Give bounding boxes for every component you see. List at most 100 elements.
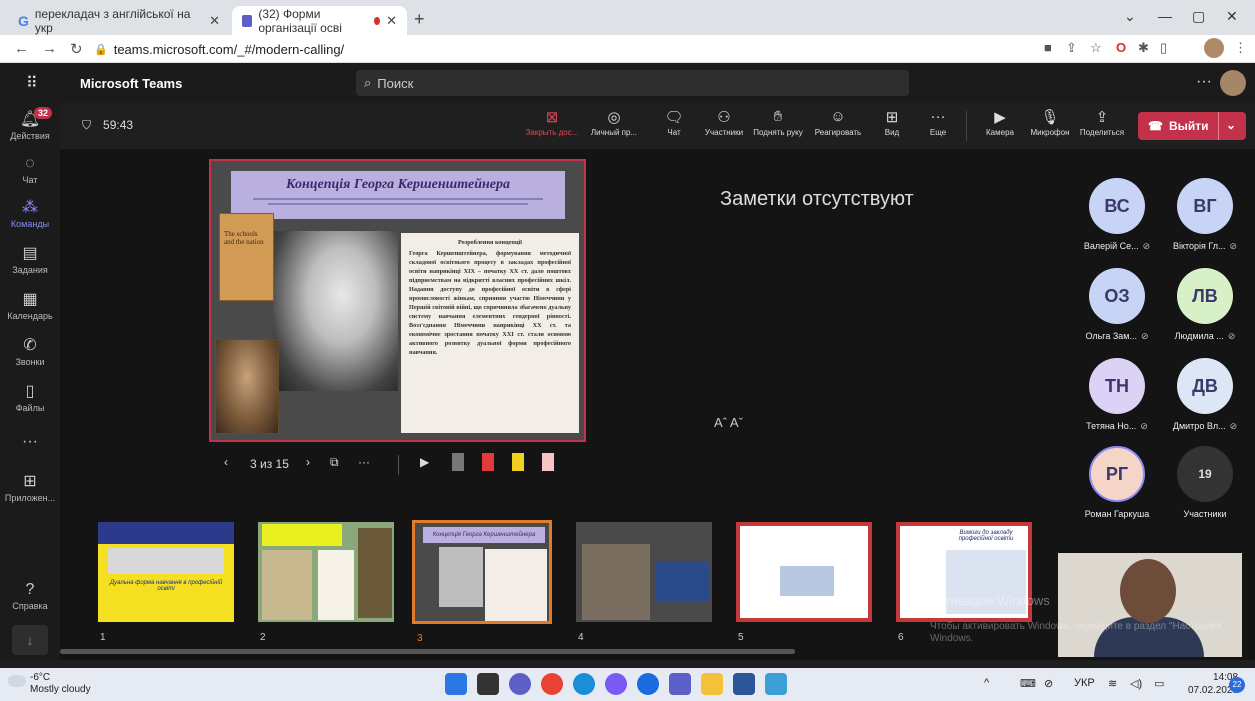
keyboard-icon[interactable]: ⌨	[1020, 677, 1036, 690]
rail-item-apps[interactable]: ⊞ Приложен...	[0, 471, 60, 503]
raise-hand-button[interactable]: ✋︎ Поднять руку	[750, 108, 806, 137]
share-button[interactable]: ⇪ Поделиться	[1074, 108, 1130, 137]
taskview-icon[interactable]	[477, 673, 499, 695]
thumbnail-6[interactable]: Вимоги до закладу професійної освіти 6	[894, 520, 1034, 643]
photos-icon[interactable]	[765, 673, 787, 695]
thumbnail-1[interactable]: Дуальна форма навчання в професійній осв…	[96, 520, 236, 643]
grid-view-icon[interactable]: ⧉	[330, 455, 339, 470]
opera-icon[interactable]: O	[1116, 40, 1126, 55]
participant-tile[interactable]: ОЗ Ольга Зам... ⊘	[1072, 268, 1162, 342]
edge-icon[interactable]	[573, 673, 595, 695]
volume-icon[interactable]: ◁)	[1130, 677, 1142, 690]
share-icon[interactable]: ⇪	[1066, 40, 1077, 56]
participant-tile[interactable]: ТН Тетяна Но... ⊘	[1072, 358, 1162, 432]
thumbnail-3[interactable]: Концепція Георга Кершенштейнера 3	[412, 520, 552, 644]
participants-button[interactable]: ⚇ Участники	[696, 108, 752, 137]
chevron-down-icon[interactable]: ⌄	[1124, 8, 1136, 25]
app-launcher-icon[interactable]: ⠿	[26, 73, 38, 93]
reload-button[interactable]: ↻	[70, 40, 83, 58]
thumbnail-scrollbar[interactable]	[60, 649, 795, 654]
participants-overflow[interactable]: 19 Участники	[1160, 446, 1250, 519]
rail-item-help[interactable]: ? Справка	[0, 581, 60, 611]
avatar: ТН	[1089, 358, 1145, 414]
language-indicator[interactable]: УКР	[1074, 677, 1095, 689]
app-title: Microsoft Teams	[80, 76, 183, 91]
url-field[interactable]: 🔒 teams.microsoft.com/_#/modern-calling/	[94, 38, 1024, 60]
participant-tile[interactable]: РГ Роман Гаркуша	[1072, 446, 1162, 519]
rail-item-chat[interactable]: ◌ Чат	[0, 155, 60, 185]
prev-slide-button[interactable]: ‹	[224, 455, 228, 469]
participant-tile[interactable]: ВС Валерій Се... ⊘	[1072, 178, 1162, 252]
pointer-icon[interactable]: ▶	[420, 455, 429, 469]
file-icon: ▯	[25, 383, 35, 400]
start-icon[interactable]	[445, 673, 467, 695]
chevron-up-icon[interactable]: ^	[984, 677, 989, 689]
bookmark-star-icon[interactable]: ☆	[1090, 40, 1102, 56]
sidebar-icon[interactable]: ▯	[1160, 40, 1167, 56]
rail-item-calendar[interactable]: ▦ Календарь	[0, 289, 60, 321]
folder-icon[interactable]	[701, 673, 723, 695]
search-input[interactable]: ⌕ Поиск	[356, 70, 909, 96]
font-size-controls[interactable]: Aˆ Aˇ	[714, 415, 743, 430]
close-window-button[interactable]: ✕	[1226, 8, 1238, 25]
thumbnail-2[interactable]: 2	[256, 520, 396, 643]
battery-icon[interactable]: ▭	[1154, 677, 1164, 690]
wifi-icon[interactable]: ≋	[1108, 677, 1117, 690]
browser-tab-teams[interactable]: (32) Форми організації осві ✕	[232, 6, 407, 35]
chrome-icon[interactable]	[541, 673, 563, 695]
mic-off-icon[interactable]: ⊘	[1044, 677, 1053, 690]
hangup-icon: ☎	[1148, 119, 1163, 133]
next-slide-button[interactable]: ›	[306, 455, 310, 469]
search-placeholder: Поиск	[377, 75, 414, 91]
more-button[interactable]: ··· Еще	[910, 108, 966, 137]
participant-tile[interactable]: ЛВ Людмила ... ⊘	[1160, 268, 1250, 342]
camera-icon[interactable]: ■	[1044, 40, 1052, 55]
close-icon[interactable]: ✕	[209, 13, 220, 29]
red-pen-icon[interactable]	[482, 453, 494, 471]
rail-item-teams[interactable]: ⁂ Команды	[0, 197, 60, 229]
more-icon[interactable]: ···	[358, 455, 370, 469]
weather-widget[interactable]: -6°C Mostly cloudy	[30, 672, 91, 696]
maximize-button[interactable]: ▢	[1192, 8, 1205, 25]
browser-tab-translate[interactable]: G перекладач з англійської на укр ✕	[8, 6, 230, 35]
cortana-icon[interactable]	[637, 673, 659, 695]
user-avatar[interactable]	[1220, 70, 1246, 96]
back-button[interactable]: ←	[14, 40, 29, 57]
leave-button[interactable]: ☎ Выйти ⌄	[1138, 112, 1246, 140]
teams-icon[interactable]	[669, 673, 691, 695]
stop-sharing-button[interactable]: ⊠ Закрыть дос...	[524, 108, 580, 137]
rail-more[interactable]: ···	[0, 433, 60, 453]
react-button[interactable]: ☺ Реагировать	[810, 108, 866, 137]
word-icon[interactable]	[733, 673, 755, 695]
emoji-icon: ☺	[830, 108, 846, 125]
participant-tile[interactable]: ВГ Вікторія Гл... ⊘	[1160, 178, 1250, 252]
meet-icon[interactable]	[509, 673, 531, 695]
rail-item-activity[interactable]: 🔔︎ 32 Действия	[0, 107, 60, 141]
thumbnail-5[interactable]: 5	[734, 520, 874, 643]
viber-icon[interactable]	[605, 673, 627, 695]
forward-button[interactable]: →	[42, 40, 57, 57]
menu-icon[interactable]: ⋮	[1234, 40, 1247, 56]
private-view-button[interactable]: ◎ Личный пр...	[586, 108, 642, 137]
close-icon[interactable]: ✕	[386, 13, 397, 29]
rail-item-calls[interactable]: ✆ Звонки	[0, 335, 60, 367]
chat-button[interactable]: 🗨︎ Чат	[646, 108, 702, 137]
participant-tile[interactable]: ДВ Дмитро Вл... ⊘	[1160, 358, 1250, 432]
eraser-icon[interactable]	[542, 453, 554, 471]
new-tab-button[interactable]: +	[414, 9, 425, 30]
notification-badge[interactable]: 22	[1229, 677, 1245, 693]
mic-button[interactable]: 🎙︎ Микрофон	[1022, 108, 1078, 137]
minimize-button[interactable]: —	[1158, 8, 1172, 24]
camera-button[interactable]: ▶ Камера	[972, 108, 1028, 137]
pen-icon[interactable]	[452, 453, 464, 471]
thumbnail-4[interactable]: 4	[574, 520, 714, 643]
rail-item-files[interactable]: ▯ Файлы	[0, 381, 60, 413]
rail-item-assignments[interactable]: ▤ Задания	[0, 243, 60, 275]
extensions-icon[interactable]: ✱	[1138, 40, 1149, 56]
slide-text-body: Георга Кершенштейнера, формування методи…	[409, 249, 571, 356]
highlighter-icon[interactable]	[512, 453, 524, 471]
download-button[interactable]: ↓	[12, 625, 48, 655]
more-icon[interactable]: ···	[1196, 73, 1212, 91]
chevron-down-icon[interactable]: ⌄	[1226, 118, 1236, 132]
profile-avatar[interactable]	[1204, 38, 1224, 58]
